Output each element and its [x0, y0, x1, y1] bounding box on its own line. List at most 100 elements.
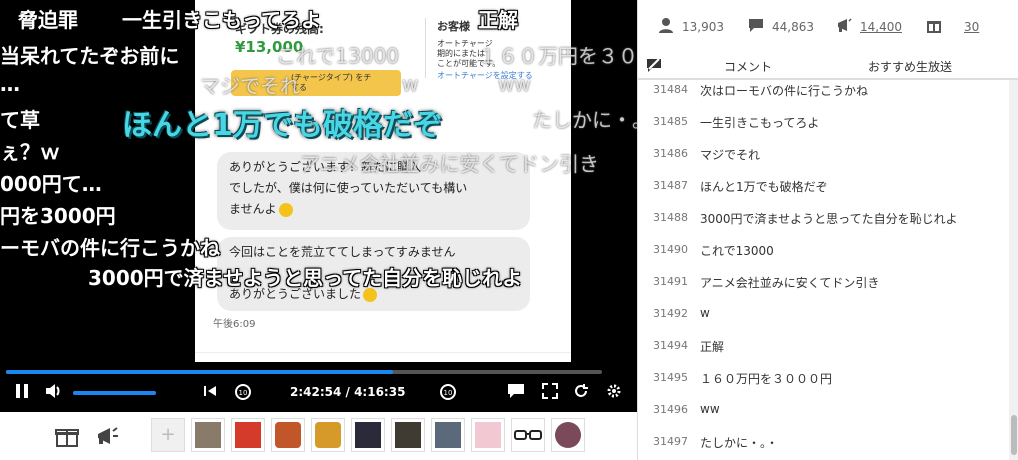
comment-bubble-icon — [749, 19, 763, 32]
comment-number: 31486 — [653, 147, 688, 160]
comment-count: 44,863 — [772, 20, 814, 34]
seek-progress — [6, 370, 394, 374]
comment-row[interactable]: 31496 ww — [638, 394, 1008, 426]
comment-row[interactable]: 31494 正解 — [638, 330, 1008, 362]
item-thumbnail[interactable] — [311, 418, 345, 452]
gift-count-link[interactable]: 30 — [964, 20, 979, 34]
skip-back-icon[interactable] — [200, 383, 220, 404]
seek-bar[interactable] — [6, 370, 602, 374]
comment-text: １６０万円を３０００円 — [700, 372, 833, 386]
comment-text: 正解 — [700, 340, 725, 354]
flow-comment: 円を3000円 — [0, 204, 116, 228]
tab-comments[interactable]: コメント — [724, 58, 772, 75]
comment-row[interactable]: 31487 ほんと1万でも破格だぞ — [638, 170, 1008, 202]
right-title: お客様 — [437, 20, 470, 33]
item-thumbnail[interactable] — [351, 418, 385, 452]
flow-comment: 000円て… — [0, 172, 102, 196]
comment-text: 一生引きこもってろよ — [700, 116, 820, 130]
tab-recommended-live[interactable]: おすすめ生放送 — [868, 58, 952, 75]
settings-gear-icon[interactable] — [604, 383, 624, 404]
comment-row[interactable]: 31486 マジでそれ — [638, 138, 1008, 170]
comment-row[interactable]: 31484 次はローモバの件に行こうかね — [638, 80, 1008, 106]
stats-bar: 13,903 44,863 14,400 30 — [638, 0, 1018, 52]
comment-number: 31494 — [653, 339, 688, 352]
flow-comment: w — [402, 72, 419, 96]
comment-row[interactable]: 31495 １６０万円を３０００円 — [638, 362, 1008, 394]
side-panel: 13,903 44,863 14,400 30 コメント おすすめ生放送 314… — [637, 0, 1018, 460]
add-item-button[interactable]: + — [151, 418, 185, 452]
volume-icon[interactable] — [44, 383, 64, 404]
smiley-icon — [278, 202, 293, 217]
fullscreen-icon[interactable] — [540, 383, 560, 404]
comment-row[interactable]: 31497 たしかに・。・ — [638, 426, 1008, 458]
flow-comment: マジでそれ — [200, 74, 300, 98]
gift-bar: + — [0, 412, 637, 460]
reload-icon[interactable] — [571, 383, 591, 404]
flow-comment: １６０万円を３０００ — [478, 44, 637, 68]
gift-icon — [927, 21, 941, 33]
flow-comment: … — [0, 72, 20, 96]
comment-row[interactable]: 31485 一生引きこもってろよ — [638, 106, 1008, 138]
svg-text:10: 10 — [239, 389, 248, 397]
ad-points-link[interactable]: 14,400 — [860, 20, 902, 34]
flow-comment: て草 — [0, 108, 40, 132]
comment-text: 3000円で済ませようと思ってた自分を恥じれよ — [700, 212, 958, 226]
comment-number: 31497 — [653, 435, 688, 448]
svg-text:10: 10 — [444, 389, 453, 397]
comment-row[interactable]: 31488 3000円で済ませようと思ってた自分を恥じれよ — [638, 202, 1008, 234]
pause-icon[interactable] — [12, 383, 32, 404]
comment-number: 31485 — [653, 115, 688, 128]
comment-text: たしかに・。・ — [700, 436, 779, 450]
comment-scrollbar[interactable] — [1009, 80, 1018, 460]
comment-off-icon[interactable] — [646, 57, 662, 73]
forward-10-icon[interactable]: 10 — [437, 382, 459, 407]
item-thumbnail[interactable] — [431, 418, 465, 452]
comment-text: アニメ会社並みに安くてドン引き — [700, 276, 880, 290]
flow-comment: 正解 — [478, 8, 518, 32]
volume-slider[interactable] — [73, 391, 156, 395]
item-thumbnail[interactable] — [231, 418, 265, 452]
comment-row[interactable]: 31491 アニメ会社並みに安くてドン引き — [638, 266, 1008, 298]
comment-number: 31496 — [653, 403, 688, 416]
comment-text: w — [700, 306, 710, 320]
volume-level — [73, 391, 156, 395]
comment-text: マジでそれ — [700, 148, 761, 162]
comment-text: ほんと1万でも破格だぞ — [700, 180, 828, 194]
comment-number: 31492 — [653, 307, 688, 320]
item-thumbnail[interactable] — [191, 418, 225, 452]
panel-tabs: コメント おすすめ生放送 — [638, 52, 1018, 80]
time-display: 2:42:54 / 4:16:35 — [290, 385, 406, 399]
item-thumbnail[interactable] — [271, 418, 305, 452]
message-time: 午後6:09 — [213, 319, 256, 330]
comment-number: 31488 — [653, 211, 688, 224]
viewer-count: 13,903 — [682, 20, 724, 34]
flow-comment: ぇ？ｗ — [0, 140, 60, 164]
flow-comment: たしかに・。 — [532, 108, 637, 132]
flow-comment: 当呆れてたぞお前に — [0, 44, 180, 68]
comment-list[interactable]: 31484 次はローモバの件に行こうかね 31485 一生引きこもってろよ 31486 マ… — [638, 80, 1008, 460]
item-thumbnail[interactable] — [391, 418, 425, 452]
comment-toggle-icon[interactable] — [506, 383, 526, 404]
divider — [425, 18, 426, 78]
flow-comment: 3000円で済ませようと思ってた自分を恥じれよ — [88, 266, 523, 290]
comment-text: ww — [700, 402, 720, 416]
comment-number: 31484 — [653, 83, 688, 96]
item-thumbnail[interactable] — [471, 418, 505, 452]
advertise-megaphone-icon — [838, 18, 852, 32]
comment-number: 31487 — [653, 179, 688, 192]
comment-row[interactable]: 31492 w — [638, 298, 1008, 330]
gift-icon[interactable] — [55, 425, 79, 451]
flow-comment: ww — [498, 72, 531, 96]
comment-number: 31491 — [653, 275, 688, 288]
item-thumbnail[interactable] — [551, 418, 585, 452]
comment-text: 次はローモバの件に行こうかね — [700, 84, 869, 98]
video-player[interactable]: ギフト券の残高: ¥13,000 (チャージタイプ) をチ する お客様 オート… — [0, 0, 637, 412]
rewind-10-icon[interactable]: 10 — [232, 382, 254, 407]
comment-number: 31490 — [653, 243, 688, 256]
advertise-megaphone-icon[interactable] — [95, 425, 119, 451]
comment-number: 31495 — [653, 371, 688, 384]
glasses-item[interactable] — [511, 418, 545, 452]
comment-row[interactable]: 31490 これで13000 — [638, 234, 1008, 266]
flow-comment: これで13000 — [276, 44, 400, 68]
scroll-thumb[interactable] — [1011, 415, 1017, 455]
